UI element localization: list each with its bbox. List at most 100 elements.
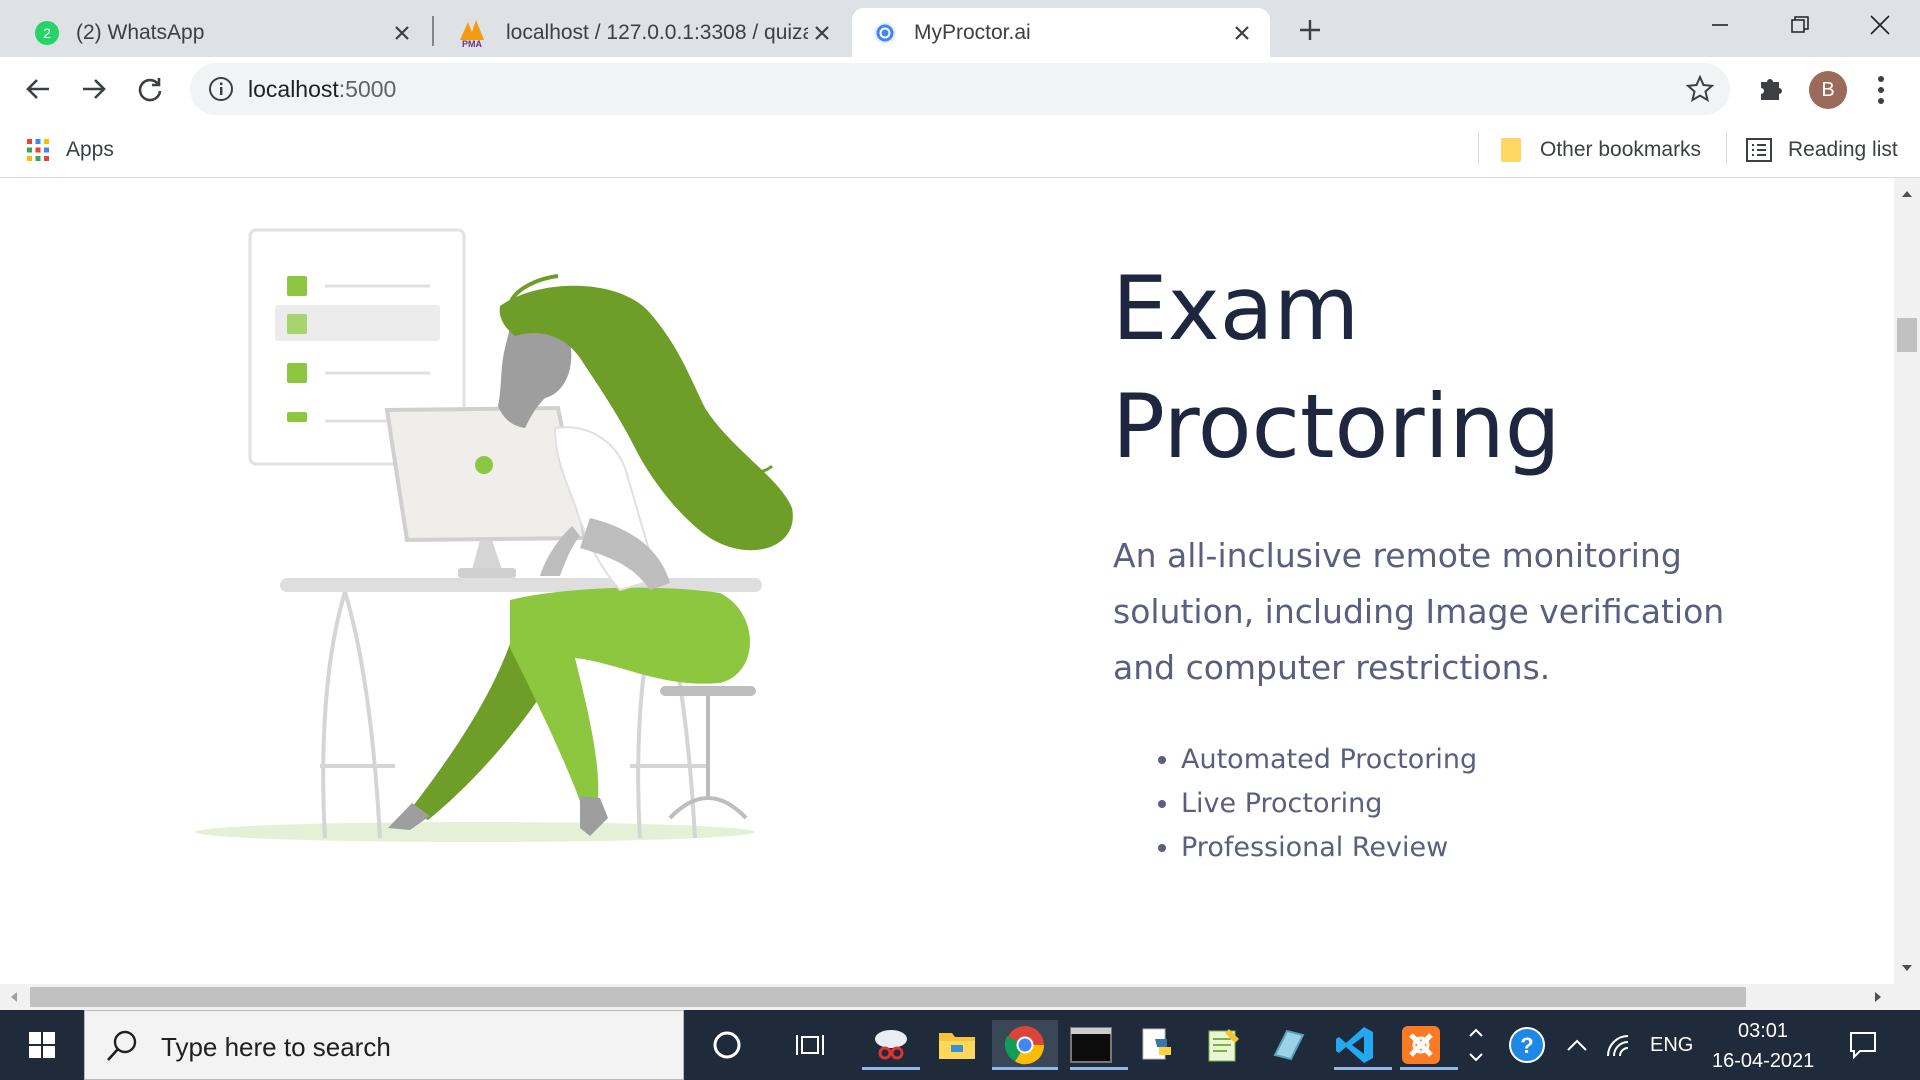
search-icon [107,1030,137,1061]
clock-time[interactable]: 03:01 [1738,1020,1788,1043]
horizontal-scrollbar[interactable] [0,984,1894,1010]
xlauncher-app[interactable] [1264,1020,1314,1070]
help-question-icon: ? [1509,1027,1545,1063]
tab-myproctor[interactable]: MyProctor.ai [852,8,1270,57]
close-icon[interactable] [388,19,416,47]
tab-strip: 2 (2) WhatsApp PMA localhost / 127.0.0.1… [0,0,1920,57]
action-center-button[interactable] [1838,1020,1888,1070]
reading-list-label: Reading list [1788,138,1898,161]
snipping-tool-app[interactable] [862,1020,920,1070]
feature-item: Professional Review [1181,826,1477,870]
tab-title: MyProctor.ai [914,20,1031,44]
close-icon[interactable] [1228,19,1256,47]
chrome-icon [1004,1026,1045,1065]
start-button[interactable] [0,1010,84,1080]
restore-button[interactable] [1760,0,1840,50]
chevron-up-icon [1567,1039,1587,1051]
apps-label: Apps [66,138,114,161]
scroll-down-arrow-icon[interactable] [1894,958,1920,978]
chevron-up-icon [1469,1028,1483,1037]
phpmyadmin-icon: PMA [454,19,490,48]
address-bar[interactable]: localhost:5000 [190,63,1730,115]
url-text[interactable]: localhost:5000 [248,76,396,103]
hero-title-line1: Exam [1112,257,1360,360]
bookmarks-bar: Apps Other bookmarks Reading list [0,123,1920,178]
reading-list[interactable]: Reading list [1746,133,1898,167]
chrome-page-icon [872,20,898,46]
xampp-app[interactable] [1396,1020,1458,1070]
scroll-right-arrow-icon[interactable] [1868,984,1888,1010]
kebab-menu-icon[interactable] [1868,73,1894,107]
new-tab-button[interactable] [1292,12,1328,48]
snipping-tool-icon [875,1030,907,1060]
help-tray-button[interactable]: ? [1502,1020,1552,1070]
xlauncher-icon [1273,1029,1305,1061]
vscode-app[interactable] [1330,1020,1392,1070]
hero-title: Exam Proctoring [1112,250,1561,486]
scroll-left-arrow-icon[interactable] [4,984,24,1010]
feature-item: Automated Proctoring [1181,738,1477,782]
woman-at-computer-illustration [195,228,793,842]
running-indicator [1334,1067,1392,1070]
chevron-down-icon [1469,1053,1483,1062]
xampp-icon [1402,1026,1440,1064]
hero-title-line2: Proctoring [1112,375,1561,478]
whatsapp-badge: 2 [43,25,51,41]
close-window-button[interactable] [1840,0,1920,50]
file-explorer-app[interactable] [932,1020,982,1070]
tab-title: localhost / 127.0.0.1:3308 / quiza [506,20,808,44]
notification-icon [1850,1032,1876,1060]
running-indicator [862,1067,920,1070]
task-view-button[interactable] [786,1020,836,1070]
running-indicator [1070,1067,1128,1070]
language-indicator[interactable]: ENG [1650,1034,1693,1057]
back-button[interactable] [18,69,58,109]
forward-button[interactable] [74,69,114,109]
tab-title: (2) WhatsApp [76,20,205,44]
terminal-app[interactable] [1066,1020,1128,1070]
chrome-app[interactable] [992,1020,1058,1070]
file-explorer-icon [939,1033,975,1059]
taskbar-search-box[interactable]: Type here to search [84,1010,684,1080]
clock-date[interactable]: 16-04-2021 [1712,1050,1814,1073]
minimize-button[interactable] [1680,0,1760,50]
extensions-puzzle-icon[interactable] [1756,73,1788,105]
feature-list: Automated Proctoring Live Proctoring Pro… [1153,738,1477,870]
notepad-icon [1208,1029,1239,1062]
terminal-icon [1070,1027,1112,1063]
page-viewport: Exam Proctoring An all-inclusive remote … [0,178,1894,984]
reading-list-icon [1746,138,1772,162]
windows-logo-icon [29,1032,55,1058]
scroll-up-arrow-icon[interactable] [1894,184,1920,204]
tab-separator [432,16,434,46]
apps-bookmark[interactable]: Apps [26,133,114,167]
horizontal-scroll-thumb[interactable] [30,987,1746,1007]
feature-item: Live Proctoring [1181,782,1477,826]
notepad-app[interactable] [1198,1020,1248,1070]
taskbar-search-placeholder: Type here to search [161,1032,391,1062]
tab-whatsapp[interactable]: 2 (2) WhatsApp [0,8,430,57]
taskbar-scroll-arrows[interactable] [1462,1020,1490,1070]
vertical-scrollbar[interactable] [1894,178,1920,984]
scroll-corner [1894,984,1920,1010]
close-icon[interactable] [808,19,836,47]
other-bookmarks-label: Other bookmarks [1540,138,1702,161]
vscode-icon [1336,1027,1373,1063]
reload-button[interactable] [130,69,170,109]
svg-text:PMA: PMA [462,39,483,48]
network-tray-button[interactable] [1594,1020,1644,1070]
bookmark-star-icon[interactable] [1685,74,1715,103]
cortana-circle-icon [713,1031,741,1059]
cortana-button[interactable] [702,1020,752,1070]
bookmark-separator [1726,131,1727,165]
profile-avatar[interactable]: B [1809,71,1847,109]
other-bookmarks[interactable]: Other bookmarks [1500,133,1701,167]
python-app[interactable] [1132,1020,1182,1070]
info-icon[interactable] [208,76,234,102]
running-indicator [992,1067,1058,1070]
vertical-scroll-thumb[interactable] [1897,318,1917,352]
tab-phpmyadmin[interactable]: PMA localhost / 127.0.0.1:3308 / quiza [436,8,850,57]
whatsapp-icon: 2 [34,20,60,46]
apps-grid-icon [27,139,49,161]
task-view-icon [796,1035,824,1055]
